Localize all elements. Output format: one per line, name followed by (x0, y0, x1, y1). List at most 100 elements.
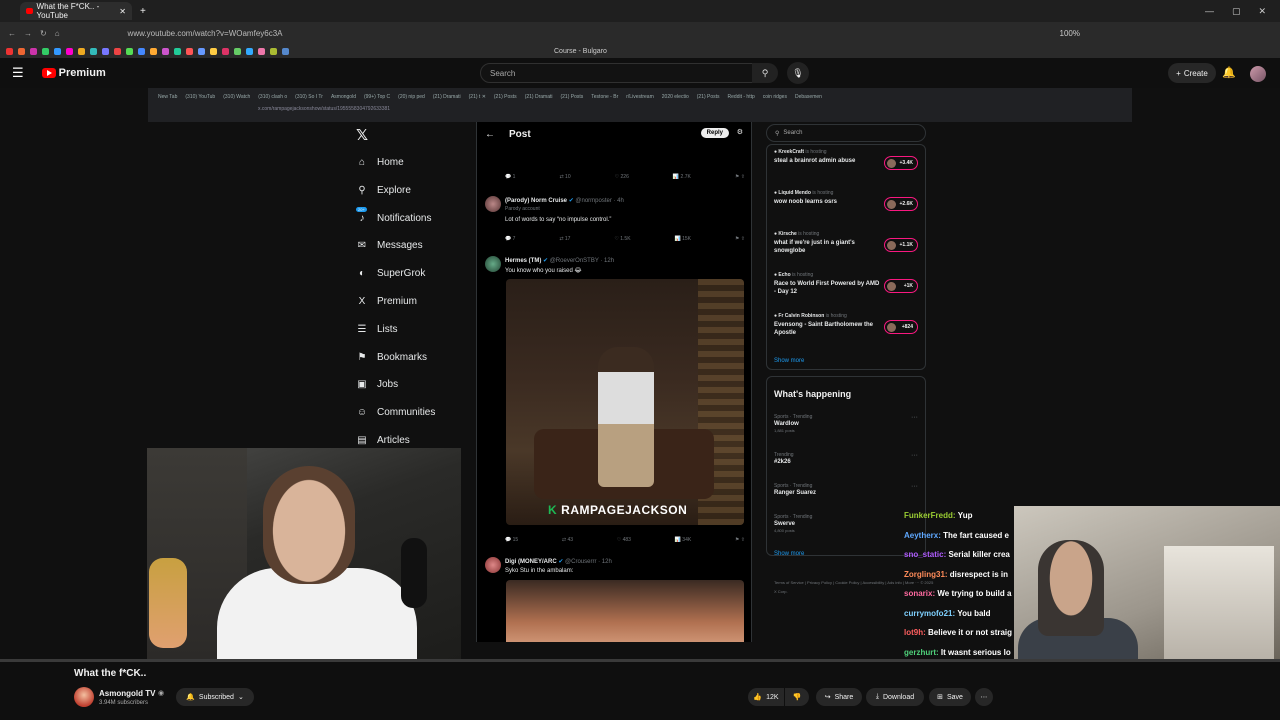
space-listener-pill[interactable]: +1.1K (884, 238, 918, 252)
bookmark-icon[interactable] (186, 47, 193, 55)
x-nav-item-home[interactable]: ⌂ Home (356, 157, 404, 168)
account-avatar[interactable] (1250, 66, 1266, 82)
live-space-item[interactable]: ● Fr Calvin Robinson is hosting Evensong … (774, 313, 922, 337)
live-space-item[interactable]: ● KreekCraft is hosting steal a brainrot … (774, 149, 922, 170)
channel-name[interactable]: Asmongold TV (99, 689, 155, 698)
bookmark-icon[interactable] (222, 47, 229, 55)
bookmark-icon[interactable] (54, 47, 61, 55)
bookmark-icon[interactable] (126, 47, 133, 55)
bookmark-icon[interactable] (174, 47, 181, 55)
show-more-link[interactable]: Show more (774, 358, 804, 364)
show-more-link[interactable]: Show more (774, 551, 804, 557)
chat-username[interactable]: Aeytherx: (904, 531, 941, 540)
chat-username[interactable]: gerzhurt: (904, 648, 939, 657)
back-icon[interactable]: ← (8, 29, 16, 38)
x-nav-item-jobs[interactable]: ▣ Jobs (356, 379, 398, 390)
share-button[interactable]: ↪ Share (816, 688, 862, 706)
url-field[interactable]: www.youtube.com/watch?v=WOamfey6c3A (128, 29, 283, 38)
trend-item[interactable]: Sports · Trending Ranger Suarez ··· (774, 483, 924, 496)
view-count[interactable]: 📊 34K (675, 537, 692, 543)
settings-icon[interactable]: ⚙ (737, 128, 743, 136)
browser-tab-active[interactable]: What the F*CK.. - YouTube ✕ (20, 2, 132, 20)
x-nav-item-messages[interactable]: ✉ Messages (356, 240, 423, 251)
space-listener-pill[interactable]: +2.6K (884, 197, 918, 211)
save-button[interactable]: ⊞ Save (929, 688, 971, 706)
like-count[interactable]: ♡ 1.5K (614, 236, 630, 242)
home-icon[interactable]: ⌂ (55, 29, 60, 38)
more-icon[interactable]: ··· (911, 483, 918, 490)
close-tab-icon[interactable]: ✕ (119, 7, 126, 16)
x-nav-item-lists[interactable]: ☰ Lists (356, 324, 398, 335)
bookmark-icon[interactable] (30, 47, 37, 55)
reload-icon[interactable]: ↻ (40, 29, 47, 38)
trend-item[interactable]: Sports · Trending Swerve 4,800 posts ··· (774, 514, 924, 533)
trend-item[interactable]: Trending #2k26 ··· (774, 452, 924, 465)
close-window-icon[interactable]: ✕ (1258, 6, 1266, 17)
tweet-avatar[interactable] (485, 557, 501, 573)
chat-username[interactable]: lot9h: (904, 628, 926, 637)
bookmark-icon[interactable] (6, 47, 13, 55)
back-arrow-icon[interactable]: ← (485, 129, 495, 140)
view-count[interactable]: 📊 15K (674, 236, 691, 242)
tweet-author[interactable]: Hermes (TM) (505, 258, 541, 264)
space-listener-pill[interactable]: +824 (884, 320, 918, 334)
reply-count[interactable]: 💬 1 (505, 174, 515, 180)
reply-count[interactable]: 💬 7 (505, 236, 515, 242)
reply-count[interactable]: 💬 15 (505, 537, 518, 543)
subscribed-button[interactable]: 🔔 Subscribed ⌄ (176, 688, 254, 706)
more-options-button[interactable]: ⋯ (975, 688, 993, 706)
video-player[interactable]: New Tab (310) YouTub (310) Watch (310) clas… (0, 88, 1280, 660)
search-input[interactable]: Search (480, 63, 776, 83)
dislike-button[interactable]: 👎 (785, 688, 809, 706)
new-tab-icon[interactable]: + (140, 6, 146, 17)
more-icon[interactable]: ··· (911, 452, 918, 459)
bookmark-share-icons[interactable]: ⚑ ⇪ (735, 537, 745, 543)
bookmark-share-icons[interactable]: ⚑ ⇪ (735, 236, 745, 242)
x-nav-item-premium[interactable]: X Premium (356, 296, 417, 307)
repost-count[interactable]: ⇄ 10 (559, 174, 570, 180)
tweet-author[interactable]: (Parody) Norm Cruise (505, 198, 567, 204)
tweet-avatar[interactable] (485, 196, 501, 212)
bookmark-icon[interactable] (282, 47, 289, 55)
space-listener-pill[interactable]: +3.4K (884, 156, 918, 170)
minimize-icon[interactable]: — (1205, 6, 1214, 17)
chat-username[interactable]: currymofo21: (904, 609, 955, 618)
live-space-item[interactable]: ● Kirsche is hosting what if we're just i… (774, 231, 922, 255)
bookmark-icon[interactable] (150, 47, 157, 55)
bookmark-icon[interactable] (138, 47, 145, 55)
x-nav-item-bookmarks[interactable]: ⚑ Bookmarks (356, 352, 428, 363)
video-progress-bar[interactable] (0, 659, 1280, 662)
bookmark-icon[interactable] (42, 47, 49, 55)
chat-username[interactable]: sonarix: (904, 589, 935, 598)
create-button[interactable]: + Create (1168, 63, 1216, 83)
bookmark-icon[interactable] (78, 47, 85, 55)
bookmark-icon[interactable] (234, 47, 241, 55)
maximize-icon[interactable]: ▢ (1232, 6, 1241, 17)
bookmark-icon[interactable] (66, 47, 73, 55)
x-nav-item-notifications[interactable]: ♪ 20+ Notifications (356, 206, 431, 224)
tweet-avatar[interactable] (485, 256, 501, 272)
x-nav-item-supergrok[interactable]: ◐ SuperGrok (356, 268, 425, 279)
bookmark-icon[interactable] (102, 47, 109, 55)
x-nav-item-communities[interactable]: ☺ Communities (356, 407, 435, 418)
notifications-bell-icon[interactable]: 🔔 (1222, 66, 1236, 79)
download-button[interactable]: ⤓ Download (866, 688, 924, 706)
search-button[interactable]: ⚲ (752, 63, 778, 83)
tweet-author[interactable]: Digi (MONEY/ARC (505, 559, 557, 565)
bookmark-icon[interactable] (270, 47, 277, 55)
channel-avatar[interactable] (74, 687, 94, 707)
tweet-video-media[interactable]: K RAMPAGEJACKSON (506, 279, 744, 525)
x-nav-item-explore[interactable]: ⚲ Explore (356, 185, 411, 196)
forward-icon[interactable]: → (24, 29, 32, 38)
bookmark-icon[interactable] (246, 47, 253, 55)
like-count[interactable]: ♡ 483 (617, 537, 631, 543)
bookmark-icon[interactable] (18, 47, 25, 55)
like-button[interactable]: 👍 12K (748, 688, 784, 706)
youtube-logo[interactable]: Premium (41, 67, 106, 79)
live-space-item[interactable]: ● Echo is hosting Race to World First Pow… (774, 272, 922, 296)
bookmark-icon[interactable] (90, 47, 97, 55)
bookmark-icon[interactable] (198, 47, 205, 55)
x-search-input[interactable]: ⚲ Search (766, 124, 926, 142)
x-nav-item-articles[interactable]: ▤ Articles (356, 435, 410, 446)
bookmark-icon[interactable] (162, 47, 169, 55)
